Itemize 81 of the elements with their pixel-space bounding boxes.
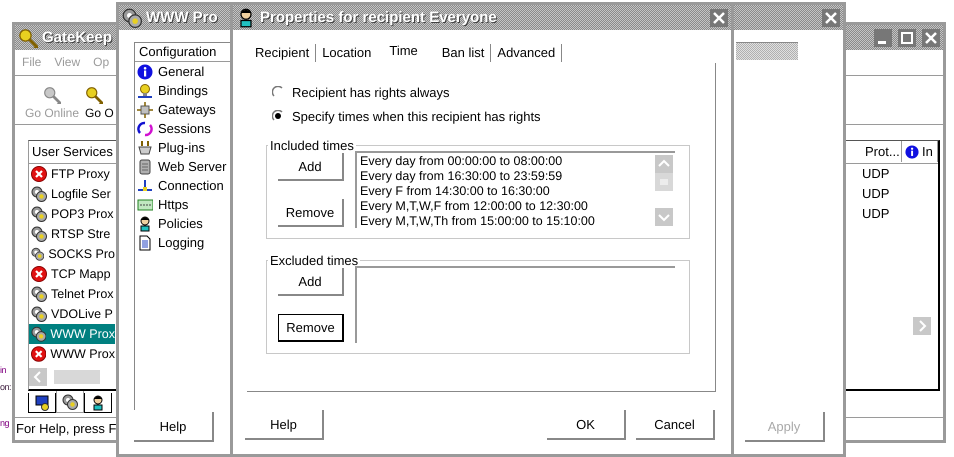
tree-item[interactable]: Sessions — [135, 119, 231, 138]
table-cell-text: UDP — [861, 166, 890, 182]
radio-button[interactable] — [272, 110, 284, 122]
tree-item[interactable]: Plug-ins — [135, 138, 231, 157]
tree-item[interactable]: Logging — [135, 233, 231, 252]
tab-header — [736, 42, 798, 60]
tree-item[interactable]: Policies — [135, 214, 231, 233]
window-title: Properties for recipient Everyone — [260, 9, 497, 26]
computer-icon — [34, 394, 50, 410]
list-item[interactable]: WWW Prox — [29, 344, 115, 364]
window-title: WWW Pro — [146, 9, 218, 26]
gears-icon — [62, 394, 78, 410]
close-button[interactable] — [822, 8, 840, 26]
tab[interactable]: Recipient — [255, 44, 316, 62]
list-item[interactable]: VDOLive P — [29, 304, 115, 324]
info-icon — [137, 64, 153, 80]
toolbar-button[interactable]: Go O — [85, 86, 114, 120]
cycle-icon — [137, 120, 153, 136]
window-title: GateKeep — [42, 29, 112, 46]
minimize-button[interactable] — [874, 28, 892, 46]
tab[interactable]: Ban list — [442, 44, 492, 62]
tree-item[interactable]: Web Server — [135, 157, 231, 176]
list-item[interactable]: SOCKS Pro — [29, 244, 115, 264]
dialog-button[interactable]: OK — [547, 410, 626, 440]
list-item[interactable]: Every day from 00:00:00 to 08:00:00 — [360, 154, 655, 169]
chip-icon — [137, 102, 153, 118]
plug-icon — [137, 140, 153, 156]
dialog-button[interactable]: Help — [134, 412, 214, 442]
view-tab[interactable] — [84, 393, 112, 413]
tab[interactable]: Location — [322, 44, 378, 62]
list-item[interactable]: Every F from 14:30:00 to 16:30:00 — [360, 184, 655, 199]
connector-icon — [137, 178, 153, 194]
list-item[interactable]: RTSP Stre — [29, 224, 115, 244]
desktop-text: in — [0, 364, 8, 377]
scroll-thumb[interactable] — [655, 173, 673, 191]
list-item[interactable]: WWW Prox — [29, 324, 115, 344]
group-label: Excluded times — [269, 253, 360, 268]
gears-icon — [122, 8, 142, 28]
tree-item[interactable]: Bindings — [135, 81, 231, 100]
info-icon — [905, 144, 919, 159]
tree-item[interactable]: Gateways — [135, 100, 231, 119]
close-button[interactable] — [922, 28, 940, 46]
list-item[interactable]: Every M,T,W,F from 12:00:00 to 12:30:00 — [360, 199, 655, 214]
list-item[interactable]: TCP Mapp — [29, 264, 115, 284]
scroll-thumb[interactable] — [53, 368, 101, 385]
list-item[interactable]: FTP Proxy — [29, 164, 115, 184]
dialog-button[interactable]: Cancel — [636, 410, 715, 440]
card-icon — [137, 196, 153, 212]
list-item[interactable]: POP3 Prox — [29, 204, 115, 224]
dialog-button[interactable]: Add — [278, 268, 344, 296]
dialog-button[interactable]: Add — [278, 153, 344, 181]
list-item[interactable]: Every M,T,W,Th from 15:00:00 to 15:10:00 — [360, 214, 655, 229]
table-cell-text: UDP — [861, 206, 890, 222]
server-icon — [137, 158, 153, 174]
desktop-text: ng — [0, 417, 10, 430]
dialog-button[interactable]: Help — [245, 410, 324, 440]
tree-item[interactable]: Connection — [135, 176, 231, 195]
tree-item[interactable]: General — [135, 62, 231, 81]
maximize-button[interactable] — [898, 28, 916, 46]
column-header[interactable]: User Services — [29, 141, 115, 162]
desktop-text: on: — [0, 381, 12, 394]
dialog-button[interactable]: Remove — [278, 199, 344, 227]
list-item[interactable]: Every day from 16:30:00 to 23:59:59 — [360, 169, 655, 184]
close-button[interactable] — [710, 8, 728, 26]
tab[interactable]: Advanced — [497, 44, 562, 62]
group-label: Included times — [269, 138, 355, 153]
dialog-button[interactable]: Remove — [278, 314, 344, 342]
list-item[interactable]: Logfile Ser — [29, 184, 115, 204]
document-icon — [137, 234, 153, 250]
bulb-icon — [137, 82, 153, 98]
column-header[interactable]: Prot... — [862, 141, 902, 162]
radio-label[interactable]: Specify times when this recipient has rights — [292, 108, 541, 124]
table-cell-text: UDP — [861, 186, 890, 202]
column-header[interactable]: In — [902, 141, 938, 162]
list-item[interactable]: Telnet Prox — [29, 284, 115, 304]
radio-button[interactable] — [272, 86, 284, 98]
radio-label[interactable]: Recipient has rights always — [292, 84, 450, 100]
tree-item[interactable]: Https — [135, 195, 231, 214]
tab[interactable]: Time — [383, 42, 436, 60]
view-tab[interactable] — [56, 391, 84, 413]
view-tab[interactable] — [28, 393, 56, 413]
